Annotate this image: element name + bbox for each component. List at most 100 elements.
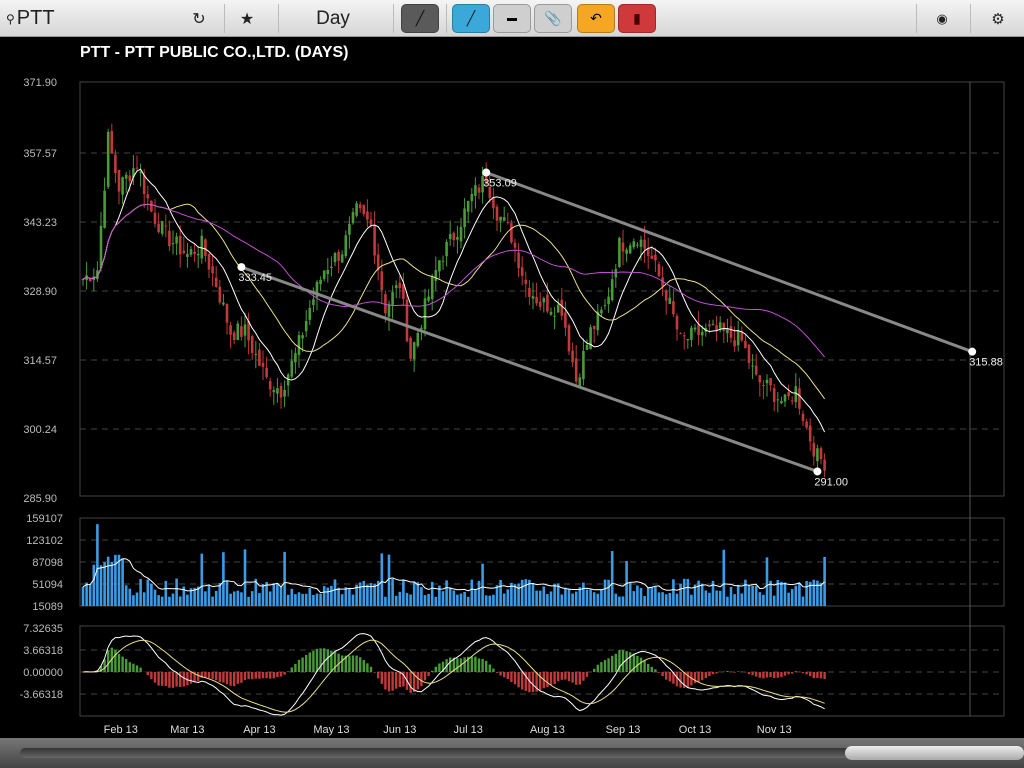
volume-bar xyxy=(434,596,438,606)
candle-body xyxy=(427,296,430,301)
macd-histogram-bar xyxy=(179,672,182,687)
volume-bar xyxy=(812,579,816,606)
volume-bar xyxy=(405,592,409,606)
candle-body xyxy=(240,326,243,337)
macd-histogram-bar xyxy=(567,672,571,682)
candle-body xyxy=(312,299,315,306)
camera-icon[interactable]: ◉ xyxy=(930,0,954,37)
volume-bar xyxy=(776,580,780,606)
candle-body xyxy=(182,250,186,254)
macd-histogram-bar xyxy=(211,672,214,679)
volume-bar xyxy=(520,579,524,606)
macd-histogram-bar xyxy=(377,672,380,679)
candle-body xyxy=(398,282,402,289)
macd-histogram-bar xyxy=(697,672,700,682)
volume-bar xyxy=(240,592,243,606)
candle-body xyxy=(438,260,441,272)
macd-histogram-bar xyxy=(459,658,463,672)
candle-body xyxy=(193,251,196,255)
volume-bar xyxy=(585,589,589,606)
macd-histogram-bar xyxy=(625,651,628,672)
volume-bar xyxy=(110,561,114,606)
candle-body xyxy=(711,323,715,325)
candle-body xyxy=(682,335,686,337)
candle-body xyxy=(643,239,646,249)
volume-bar xyxy=(560,594,564,606)
volume-bar xyxy=(618,596,621,606)
volume-bar xyxy=(164,580,168,606)
macd-histogram-bar xyxy=(240,672,243,683)
symbol-search[interactable]: ⚲ PTT xyxy=(6,0,186,37)
candle-body xyxy=(592,325,596,329)
candle-body xyxy=(668,297,672,305)
symbol-input[interactable]: PTT xyxy=(17,7,55,30)
candle-body xyxy=(196,253,200,256)
candle-body xyxy=(520,267,524,276)
volume-bar xyxy=(153,589,157,606)
ruler-icon[interactable]: ▬ xyxy=(493,4,531,33)
candle-body xyxy=(222,302,225,305)
candle-body xyxy=(646,248,650,256)
candle-body xyxy=(330,266,333,268)
candle-body xyxy=(744,340,747,349)
candle-body xyxy=(808,425,812,442)
volume-bar xyxy=(693,584,697,606)
trash-icon[interactable]: ▮ xyxy=(618,4,656,33)
undo-icon[interactable]: ↶ xyxy=(577,4,615,33)
candle-body xyxy=(769,377,772,386)
candle-body xyxy=(171,243,175,245)
volume-bar xyxy=(207,584,211,606)
volume-bar xyxy=(99,565,103,606)
volume-bar xyxy=(121,558,124,606)
candle-body xyxy=(405,299,409,342)
volume-bar xyxy=(376,580,380,606)
macd-histogram-bar xyxy=(294,663,297,672)
scroll-thumb[interactable] xyxy=(845,746,1024,760)
stock-chart[interactable]: 371.90 357.57 343.23 328.90 314.57 300.24 285.… xyxy=(0,0,1024,768)
candle-body xyxy=(657,264,661,276)
candle-body xyxy=(528,287,531,297)
candle-body xyxy=(420,327,423,330)
line-tool-icon[interactable]: ╱ xyxy=(452,4,490,33)
volume-bar xyxy=(798,583,801,606)
macd-histogram-bar xyxy=(204,672,207,678)
candle-body xyxy=(790,400,794,402)
volume-bar xyxy=(265,581,268,606)
trendline-handle xyxy=(237,263,246,272)
candle-body xyxy=(459,226,463,242)
volume-bar xyxy=(330,585,333,606)
macd-histogram-bar xyxy=(603,660,607,672)
macd-histogram-bar xyxy=(715,672,718,674)
volume-bar xyxy=(398,591,402,606)
candle-body xyxy=(715,325,718,331)
volume-bar xyxy=(355,584,358,606)
volume-bar xyxy=(736,584,740,606)
candle-body xyxy=(268,381,272,390)
candle-body xyxy=(409,337,412,359)
macd-histogram-bar xyxy=(668,672,671,682)
gear-icon[interactable]: ⚙ xyxy=(986,0,1010,37)
macd-histogram-bar xyxy=(582,672,585,681)
star-icon[interactable]: ★ xyxy=(234,0,260,37)
refresh-icon[interactable]: ↻ xyxy=(186,0,212,37)
candle-body xyxy=(391,292,394,305)
volume-bar xyxy=(639,587,643,606)
timeline-scroller[interactable] xyxy=(0,738,1024,768)
macd-histogram-bar xyxy=(733,672,736,673)
candle-body xyxy=(448,233,452,239)
candle-body xyxy=(600,309,603,314)
draw-pen-icon[interactable]: ╱ xyxy=(401,4,439,33)
macd-histogram-bar xyxy=(398,672,401,688)
macd-histogram-bar xyxy=(380,672,383,684)
candle-body xyxy=(286,374,290,386)
volume-bar xyxy=(394,595,398,606)
macd-histogram-bar xyxy=(405,672,409,690)
period-selector[interactable]: Day xyxy=(290,0,376,37)
macd-histogram-bar xyxy=(675,672,679,687)
candle-body xyxy=(463,208,466,228)
macd-histogram-bar xyxy=(139,667,142,672)
paperclip-icon[interactable]: 📎 xyxy=(534,4,572,33)
volume-bar xyxy=(574,591,578,606)
candle-body xyxy=(258,349,261,366)
search-icon: ⚲ xyxy=(6,11,15,26)
